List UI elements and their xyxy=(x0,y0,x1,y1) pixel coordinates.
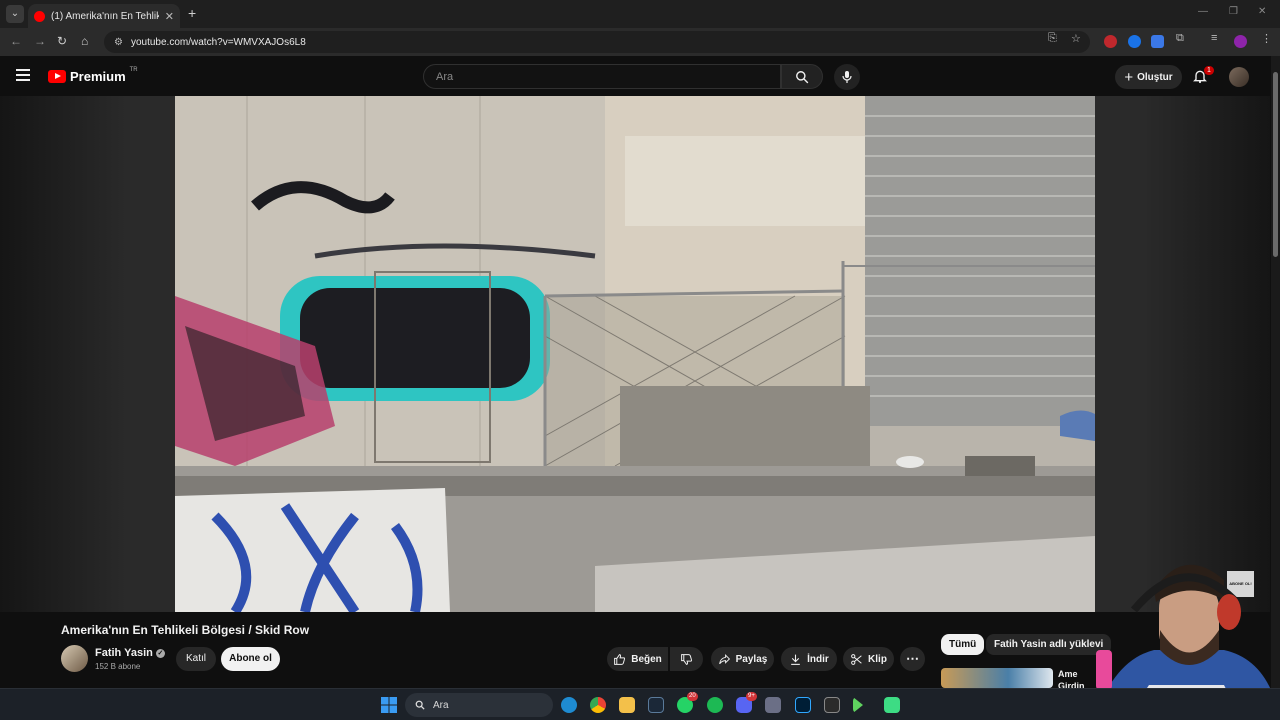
profile-icon[interactable] xyxy=(1234,35,1247,48)
like-button[interactable]: Beğen xyxy=(607,647,668,671)
forward-arrow-icon[interactable]: → xyxy=(34,34,46,48)
window-close-icon[interactable]: ✕ xyxy=(1258,6,1266,17)
tab-close-icon[interactable]: ✕ xyxy=(165,10,174,23)
home-icon[interactable]: ⌂ xyxy=(81,34,88,48)
extensions-puzzle-icon[interactable]: ⧉ xyxy=(1176,32,1184,45)
youtube-play-logo-icon xyxy=(48,70,66,83)
browser-toolbar: ← → ↻ ⌂ ⚙ youtube.com/watch?v=WMVXAJOs6L… xyxy=(0,28,1280,80)
download-label: İndir xyxy=(807,653,829,665)
browser-tab[interactable]: (1) Amerika'nın En Tehlikeli Bölgesi ✕ xyxy=(28,4,180,28)
browser-menu-icon[interactable]: ⋮ xyxy=(1261,32,1272,45)
join-button[interactable]: Katıl xyxy=(176,647,216,671)
channel-avatar[interactable] xyxy=(61,645,88,672)
page-scrollbar-thumb[interactable] xyxy=(1273,72,1278,257)
more-actions-icon[interactable]: ⋯ xyxy=(900,647,925,671)
photoshop-icon[interactable] xyxy=(795,697,811,713)
windows-start-icon[interactable] xyxy=(381,697,397,713)
video-player[interactable] xyxy=(175,96,1095,612)
bookmark-star-icon[interactable]: ☆ xyxy=(1071,32,1081,45)
country-code: TR xyxy=(129,66,138,73)
browser-tab-bar: ⌄ (1) Amerika'nın En Tehlikeli Bölgesi ✕… xyxy=(0,0,1280,28)
share-label: Paylaş xyxy=(735,653,768,665)
search-icon xyxy=(796,71,809,84)
channel-name-row[interactable]: Fatih Yasin ✓ xyxy=(95,647,165,659)
whatsapp-badge: 20 xyxy=(687,692,698,701)
download-icon xyxy=(791,654,800,665)
clip-button[interactable]: Klip xyxy=(843,647,894,671)
youtube-favicon-icon xyxy=(34,10,45,22)
plus-icon: + xyxy=(1124,68,1134,86)
file-explorer-icon[interactable] xyxy=(619,697,635,713)
streaming-app-icon[interactable] xyxy=(824,697,840,713)
brand-text: Premium xyxy=(70,69,126,84)
tab-search-chevron-icon[interactable]: ⌄ xyxy=(6,5,24,23)
extension-blue-icon[interactable] xyxy=(1128,35,1141,48)
dislike-button[interactable] xyxy=(670,647,703,671)
subscribe-button[interactable]: Abone ol xyxy=(221,647,280,671)
share-icon xyxy=(718,653,730,664)
edge-icon[interactable] xyxy=(561,697,577,713)
recommendation-thumbnail[interactable] xyxy=(941,668,1053,688)
extension-translate-icon[interactable] xyxy=(1151,35,1164,48)
download-button[interactable]: İndir xyxy=(781,647,837,671)
youtube-header: Premium TR Ara + Oluştur 1 xyxy=(0,56,1280,96)
extension-adblock-icon[interactable] xyxy=(1104,35,1117,48)
restore-icon[interactable]: ❐ xyxy=(1229,6,1238,17)
media-control-icon[interactable]: ≡ xyxy=(1211,32,1217,44)
install-app-icon[interactable]: ⎘ xyxy=(1048,32,1057,45)
url-text: youtube.com/watch?v=WMVXAJOs6L8 xyxy=(130,36,306,48)
share-button[interactable]: Paylaş xyxy=(711,647,774,671)
chip-all[interactable]: Tümü xyxy=(941,634,985,655)
subscriber-count: 152 B abone xyxy=(95,662,141,671)
voice-search-button[interactable] xyxy=(834,64,860,90)
hamburger-menu-icon[interactable] xyxy=(16,69,30,81)
notification-count-badge: 1 xyxy=(1204,66,1214,75)
create-button[interactable]: + Oluştur xyxy=(1115,65,1182,89)
reload-icon[interactable]: ↻ xyxy=(57,34,67,48)
new-tab-plus-icon[interactable]: + xyxy=(188,5,196,21)
clip-label: Klip xyxy=(868,653,887,665)
account-avatar[interactable] xyxy=(1229,67,1249,87)
android-app-icon[interactable] xyxy=(884,697,900,713)
back-arrow-icon[interactable]: ← xyxy=(10,34,22,48)
search-button[interactable] xyxy=(781,64,823,89)
taskbar-search[interactable]: Ara xyxy=(405,693,553,717)
steam-icon[interactable] xyxy=(648,697,664,713)
address-bar[interactable]: ⚙ youtube.com/watch?v=WMVXAJOs6L8 xyxy=(104,31,1090,53)
minimize-icon[interactable]: — xyxy=(1198,6,1208,17)
channel-name[interactable]: Fatih Yasin xyxy=(95,647,153,659)
scissors-icon xyxy=(851,653,862,665)
video-title: Amerika'nın En Tehlikeli Bölgesi / Skid … xyxy=(61,623,310,637)
play-app-icon[interactable] xyxy=(853,697,863,713)
tab-title: (1) Amerika'nın En Tehlikeli Bölgesi xyxy=(51,10,159,22)
thumbs-down-icon xyxy=(681,653,693,665)
create-label: Oluştur xyxy=(1137,71,1173,83)
search-input[interactable]: Ara xyxy=(423,64,781,89)
search-placeholder: Ara xyxy=(436,70,454,83)
taskbar-search-placeholder: Ara xyxy=(433,699,449,711)
verified-check-icon: ✓ xyxy=(155,648,165,658)
site-info-icon[interactable]: ⚙ xyxy=(114,37,123,48)
like-label: Beğen xyxy=(631,653,662,665)
chrome-icon[interactable] xyxy=(590,697,606,713)
video-frame xyxy=(175,96,1095,612)
windows-taskbar: Ara 20 9+ xyxy=(0,688,1280,720)
spotify-icon[interactable] xyxy=(707,697,723,713)
windows-logo-icon xyxy=(381,697,397,713)
thumbs-up-icon xyxy=(614,653,626,665)
microphone-icon xyxy=(842,71,852,83)
taskbar-search-icon xyxy=(415,700,425,710)
app-icon[interactable] xyxy=(765,697,781,713)
youtube-logo[interactable]: Premium TR xyxy=(48,66,138,84)
discord-badge: 9+ xyxy=(746,692,757,701)
